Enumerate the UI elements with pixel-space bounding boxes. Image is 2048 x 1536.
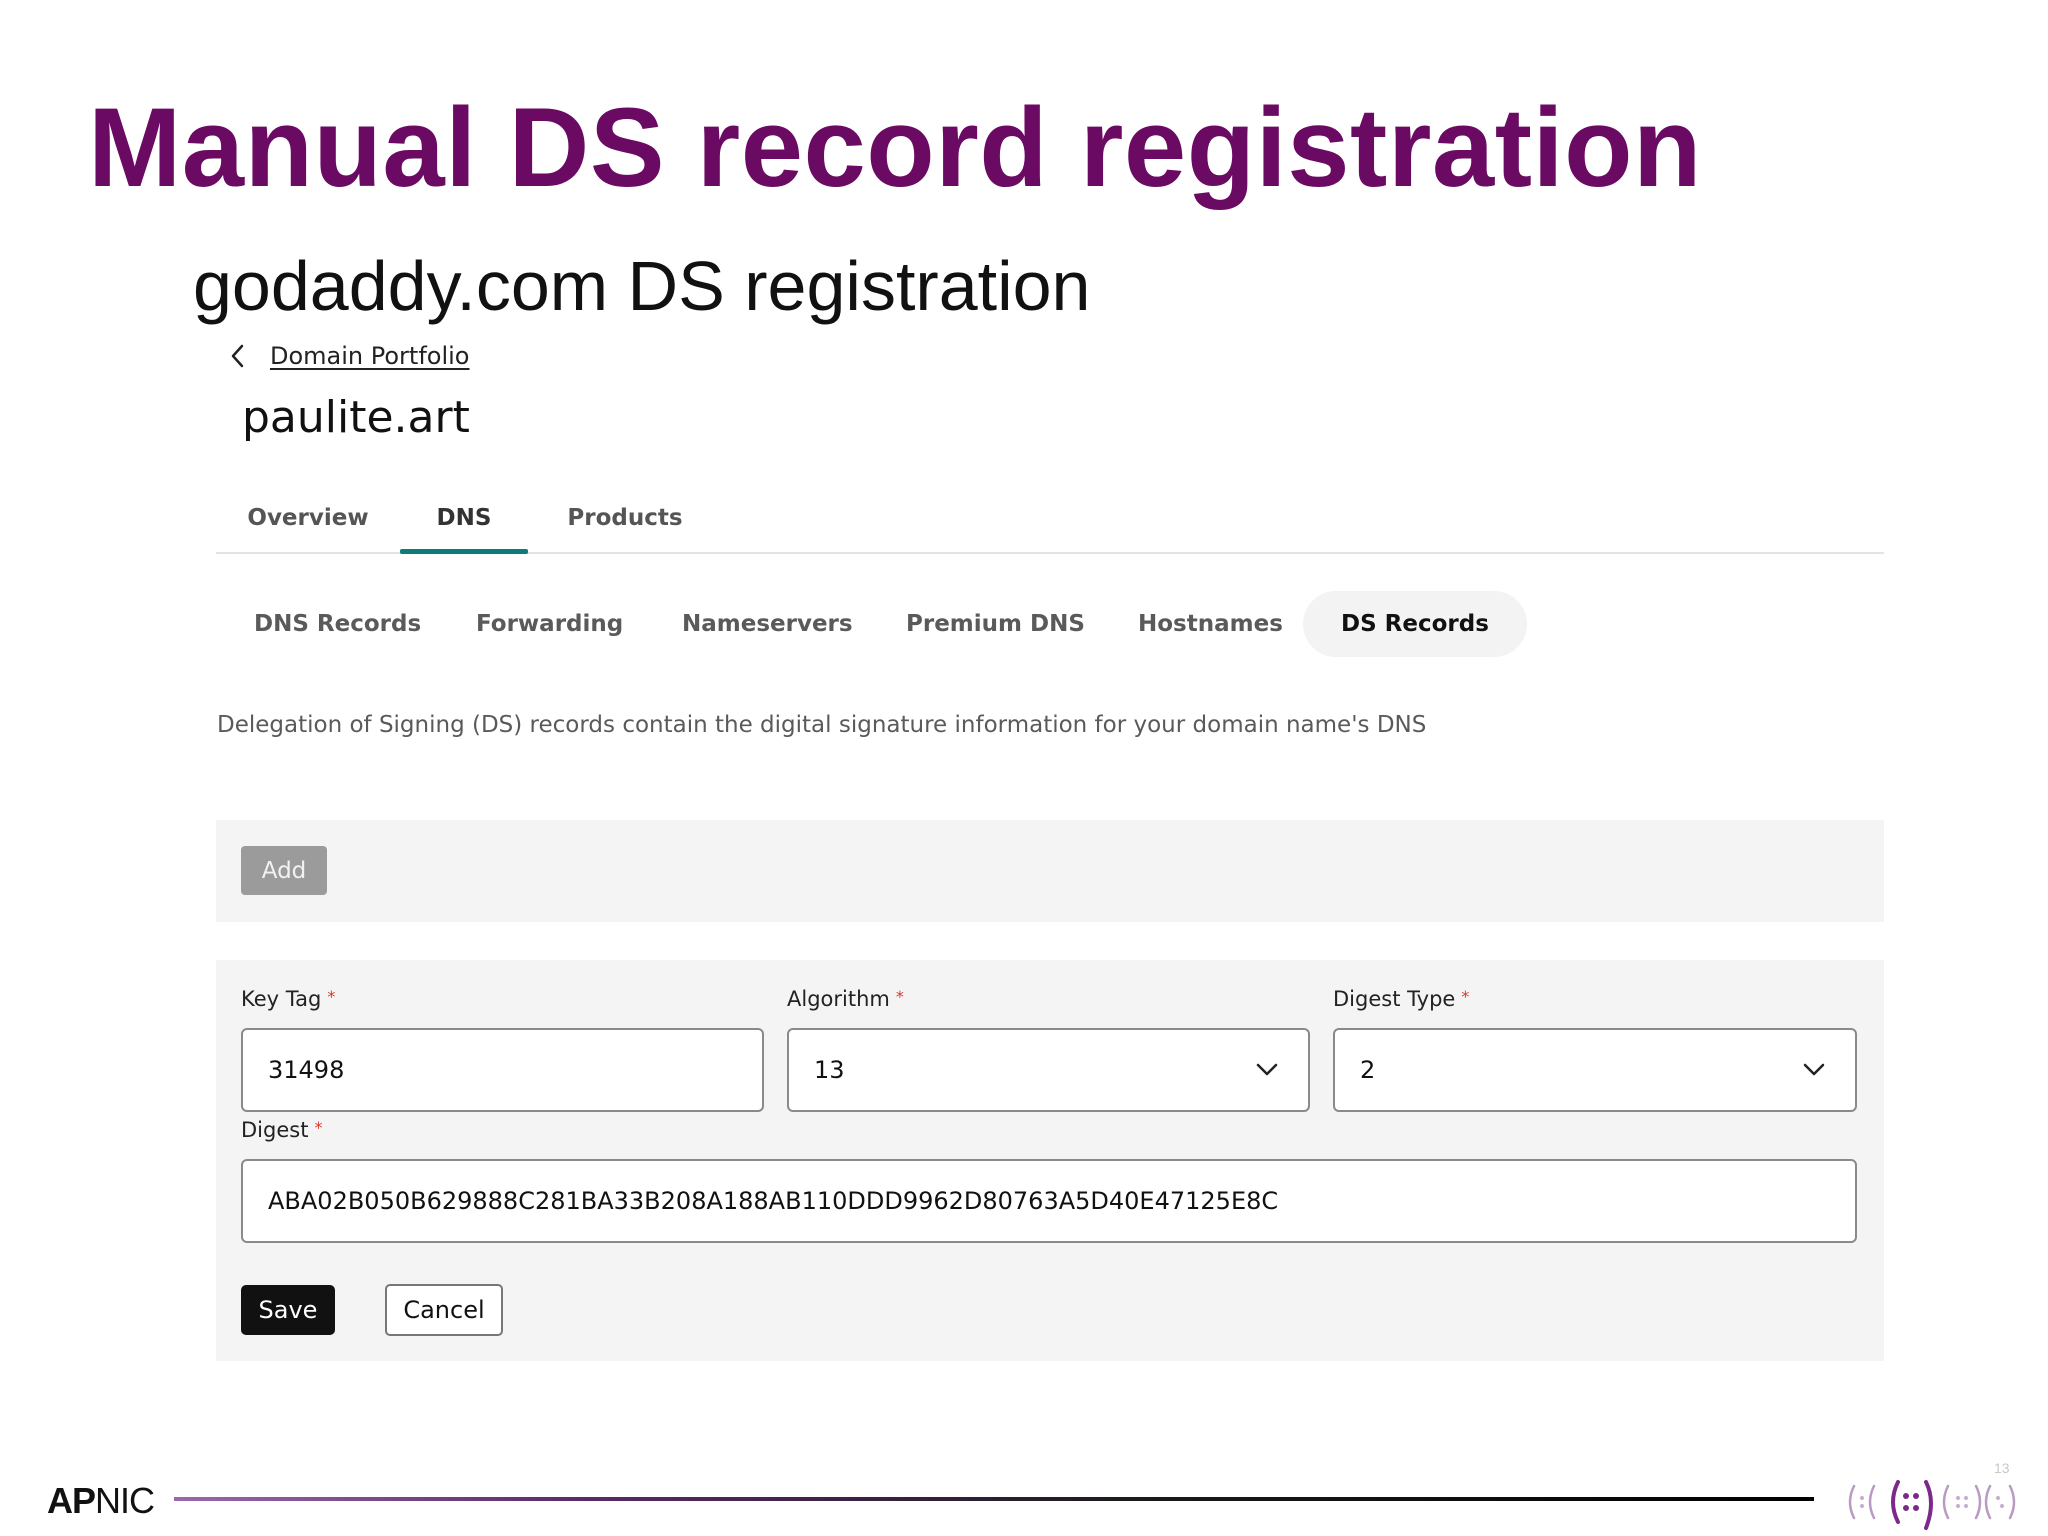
- breadcrumb-domain-portfolio-link[interactable]: Domain Portfolio: [270, 342, 470, 370]
- digest-type-label: Digest Type *: [1333, 987, 1470, 1011]
- digest-label: Digest *: [241, 1118, 323, 1142]
- decorative-motif-icon: [1848, 1480, 2016, 1530]
- subtab-forwarding[interactable]: Forwarding: [476, 591, 623, 657]
- digest-type-select[interactable]: 2: [1333, 1028, 1857, 1112]
- breadcrumb: Domain Portfolio: [228, 342, 470, 370]
- main-tab-bar: Overview DNS Products: [216, 492, 1884, 554]
- digest-value: ABA02B050B629888C281BA33B208A188AB110DDD…: [268, 1187, 1279, 1215]
- subtab-premium-dns[interactable]: Premium DNS: [906, 591, 1085, 657]
- apnic-logo: APNIC: [47, 1480, 155, 1521]
- add-record-panel: [216, 820, 1884, 922]
- key-tag-label: Key Tag *: [241, 987, 336, 1011]
- algorithm-value: 13: [814, 1056, 845, 1084]
- slide-title: Manual DS record registration: [88, 85, 1702, 210]
- algorithm-select[interactable]: 13: [787, 1028, 1310, 1112]
- tab-products[interactable]: Products: [560, 492, 690, 550]
- cancel-button[interactable]: Cancel: [385, 1284, 503, 1336]
- ds-description-text: Delegation of Signing (DS) records conta…: [217, 712, 1427, 738]
- chevron-down-icon: [1803, 1063, 1825, 1076]
- chevron-down-icon: [1256, 1063, 1278, 1076]
- subtab-dns-records[interactable]: DNS Records: [254, 591, 421, 657]
- subtab-hostnames[interactable]: Hostnames: [1138, 591, 1283, 657]
- add-button[interactable]: Add: [241, 846, 327, 895]
- subtab-nameservers[interactable]: Nameservers: [682, 591, 853, 657]
- chevron-left-icon[interactable]: [228, 343, 248, 369]
- digest-type-value: 2: [1360, 1056, 1376, 1084]
- slide-subtitle: godaddy.com DS registration: [193, 247, 1091, 325]
- required-marker: *: [1461, 987, 1470, 1006]
- footer-divider: [174, 1497, 1814, 1501]
- tab-dns[interactable]: DNS: [400, 492, 528, 554]
- key-tag-input[interactable]: 31498: [241, 1028, 764, 1112]
- subtab-ds-records[interactable]: DS Records: [1303, 591, 1527, 657]
- tab-overview[interactable]: Overview: [244, 492, 372, 550]
- required-marker: *: [327, 987, 336, 1006]
- save-button[interactable]: Save: [241, 1285, 335, 1335]
- required-marker: *: [895, 987, 904, 1006]
- required-marker: *: [314, 1118, 323, 1137]
- algorithm-label: Algorithm *: [787, 987, 904, 1011]
- key-tag-value: 31498: [268, 1056, 345, 1084]
- domain-name-heading: paulite.art: [242, 392, 470, 443]
- digest-input[interactable]: ABA02B050B629888C281BA33B208A188AB110DDD…: [241, 1159, 1857, 1243]
